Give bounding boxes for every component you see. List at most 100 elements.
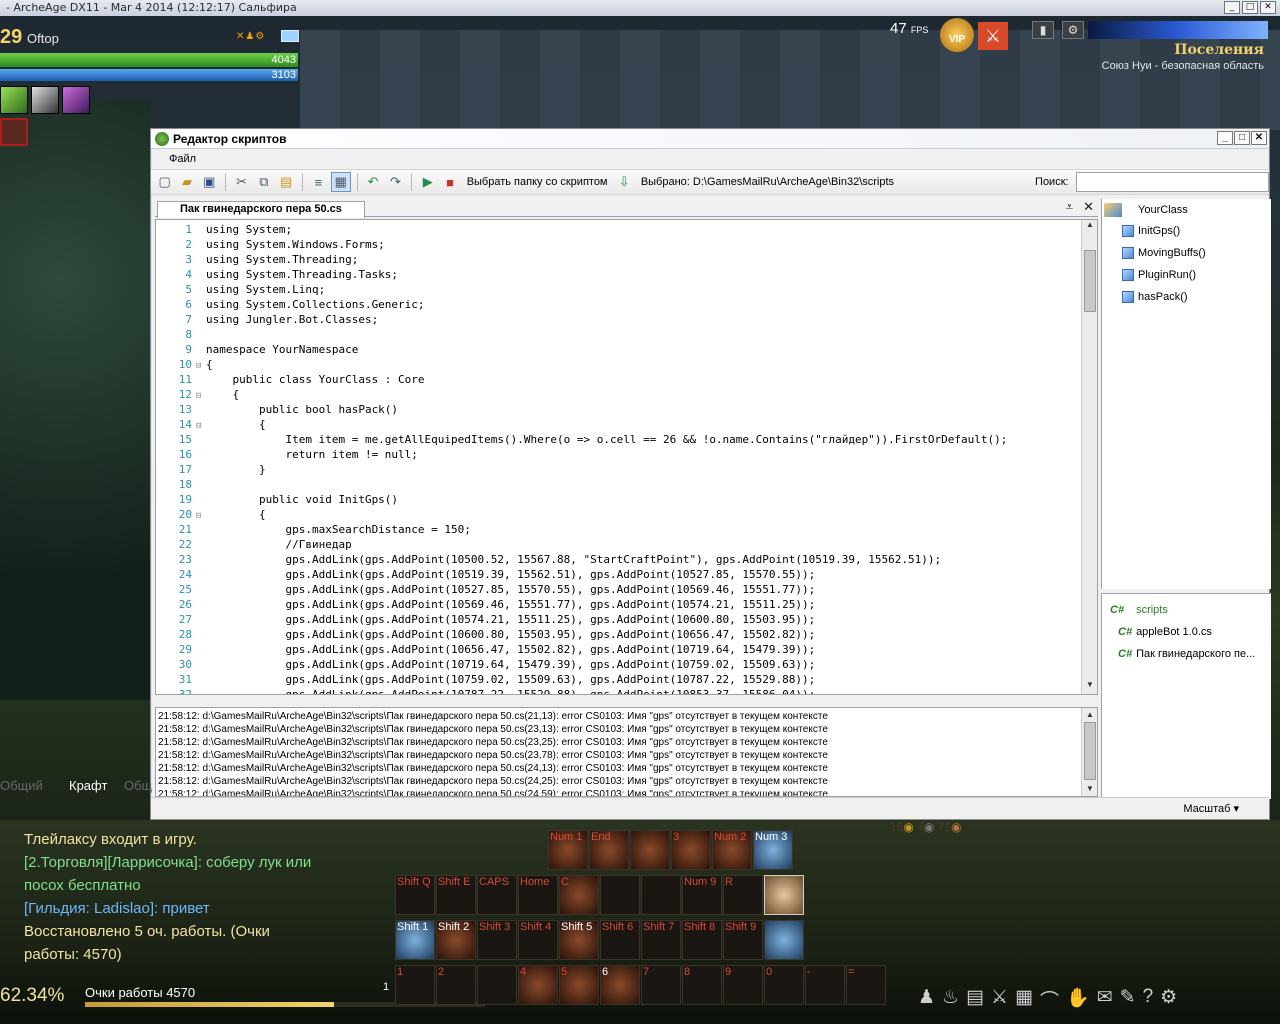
- zoom-dropdown[interactable]: Масштаб ▾: [1183, 802, 1239, 815]
- undo-icon[interactable]: ↶: [363, 172, 382, 192]
- bag-icon[interactable]: ♨: [942, 986, 959, 1013]
- tree-class-node[interactable]: YourClass: [1104, 203, 1188, 217]
- vip-icon[interactable]: VIP: [940, 18, 974, 52]
- hotbar-slot[interactable]: Num 1: [548, 830, 588, 870]
- combat-icon[interactable]: ⚔: [991, 986, 1008, 1013]
- quest-book-icon[interactable]: ▤: [966, 986, 984, 1013]
- help-icon[interactable]: ?: [1143, 986, 1154, 1013]
- paste-icon[interactable]: ▤: [277, 172, 296, 192]
- hotbar-slot[interactable]: Num 2: [712, 830, 752, 870]
- tree-file-node[interactable]: C# appleBot 1.0.cs: [1118, 626, 1212, 638]
- code-scrollbar[interactable]: ▲ ▼: [1081, 220, 1097, 694]
- hotbar-slot[interactable]: -: [805, 965, 845, 1005]
- save-icon[interactable]: ▣: [200, 172, 219, 192]
- scroll-thumb[interactable]: [1084, 722, 1096, 780]
- hotbar-slot[interactable]: 3: [671, 830, 711, 870]
- quill-icon[interactable]: ✎: [1120, 986, 1136, 1013]
- hotbar-slot[interactable]: Shift 1: [395, 920, 435, 960]
- tab-close-icon[interactable]: ✕: [1083, 199, 1094, 215]
- hotbar-slot[interactable]: Shift 3: [477, 920, 517, 960]
- scroll-down-icon[interactable]: ▼: [1082, 680, 1097, 694]
- hotbar-slot[interactable]: C: [559, 875, 599, 915]
- chat-tab-other[interactable]: Общ: [124, 778, 152, 793]
- run-icon[interactable]: ▶: [418, 172, 437, 192]
- mail-icon[interactable]: [281, 30, 299, 42]
- choose-folder-button[interactable]: Выбрать папку со скриптом: [463, 176, 612, 188]
- hotbar-slot[interactable]: End: [589, 830, 629, 870]
- editor-minimize-button[interactable]: _: [1217, 131, 1233, 145]
- tab-list-icon[interactable]: ⩡: [1066, 199, 1073, 215]
- view-toggle-icon[interactable]: ▦: [331, 172, 351, 192]
- buff-icon[interactable]: [62, 86, 90, 114]
- character-icon[interactable]: ♟: [918, 986, 935, 1013]
- menu-file[interactable]: Файл: [169, 153, 196, 165]
- scroll-up-icon[interactable]: ▲: [1082, 220, 1097, 234]
- hotbar-slot[interactable]: Shift 4: [518, 920, 558, 960]
- hotbar-slot[interactable]: 0: [764, 965, 804, 1005]
- close-button[interactable]: ✕: [1260, 1, 1276, 14]
- hotbar-slot[interactable]: 4: [518, 965, 558, 1005]
- redo-icon[interactable]: ↷: [386, 172, 405, 192]
- tree-method-node[interactable]: InitGps(): [1122, 225, 1180, 237]
- hotbar-slot[interactable]: 8: [682, 965, 722, 1005]
- hotbar-slot[interactable]: 9: [723, 965, 763, 1005]
- editor-maximize-button[interactable]: □: [1234, 131, 1250, 145]
- maximize-button[interactable]: □: [1242, 1, 1258, 14]
- new-file-icon[interactable]: ▢: [155, 172, 174, 192]
- stop-icon[interactable]: ■: [440, 172, 459, 192]
- buff-icon[interactable]: [31, 86, 59, 114]
- hotbar-slot[interactable]: 6: [600, 965, 640, 1005]
- hotbar-slot[interactable]: Shift 8: [682, 920, 722, 960]
- pvp-icon[interactable]: ⚔: [978, 22, 1008, 50]
- copy-icon[interactable]: ⧉: [254, 172, 273, 192]
- search-input[interactable]: [1075, 172, 1269, 192]
- hotbar-slot[interactable]: Shift 2: [436, 920, 476, 960]
- hotbar-slot[interactable]: Num 3: [753, 830, 793, 870]
- toggle-button[interactable]: ▮: [1032, 21, 1054, 39]
- cut-icon[interactable]: ✂: [232, 172, 251, 192]
- log-scrollbar[interactable]: ▲ ▼: [1081, 708, 1097, 796]
- craft-icon[interactable]: ✋: [1066, 986, 1090, 1013]
- hotbar-slot[interactable]: 5: [559, 965, 599, 1005]
- hotbar-slot[interactable]: R: [723, 875, 763, 915]
- scroll-down-icon[interactable]: ▼: [1082, 782, 1097, 796]
- hotbar-slot[interactable]: Num 9: [682, 875, 722, 915]
- tab-script-file[interactable]: Пак гвинедарского пера 50.cs: [157, 201, 365, 218]
- download-icon[interactable]: ⇩: [615, 172, 634, 192]
- align-icon[interactable]: ≡: [309, 172, 328, 192]
- status-icons[interactable]: ✕♟⚙: [236, 31, 265, 42]
- hotbar-slot[interactable]: Shift 5: [559, 920, 599, 960]
- hotbar-slot[interactable]: Shift 9: [723, 920, 763, 960]
- hotbar-slot[interactable]: Shift Q: [395, 875, 435, 915]
- hotbar-slot[interactable]: [641, 875, 681, 915]
- chat-tab-craft[interactable]: Крафт: [69, 778, 107, 793]
- hotbar-slot[interactable]: [764, 875, 804, 915]
- hotbar-slot[interactable]: Home: [518, 875, 558, 915]
- hotbar-slot[interactable]: [630, 830, 670, 870]
- tree-method-node[interactable]: MovingBuffs(): [1122, 247, 1206, 259]
- settings-gear-icon[interactable]: ⚙: [1160, 986, 1177, 1013]
- scroll-thumb[interactable]: [1084, 250, 1096, 312]
- hotbar-slot[interactable]: =: [846, 965, 886, 1005]
- chat-tab-general[interactable]: Общий: [0, 778, 43, 793]
- hotbar-slot[interactable]: Shift 7: [641, 920, 681, 960]
- hotbar-slot[interactable]: 7: [641, 965, 681, 1005]
- skills-icon[interactable]: ⌒: [1040, 986, 1059, 1013]
- hotbar-slot[interactable]: 1: [395, 965, 435, 1005]
- hotbar-slot[interactable]: Shift E: [436, 875, 476, 915]
- tree-method-node[interactable]: PluginRun(): [1122, 269, 1196, 281]
- editor-close-button[interactable]: ✕: [1251, 131, 1267, 145]
- gear-icon[interactable]: ⚙: [1062, 21, 1084, 39]
- scroll-up-icon[interactable]: ▲: [1082, 708, 1097, 722]
- hotbar-slot[interactable]: [764, 920, 804, 960]
- error-log[interactable]: 21:58:12: d:\GamesMailRu\ArcheAge\Bin32\…: [155, 707, 1098, 797]
- minimize-button[interactable]: _: [1224, 1, 1240, 14]
- tree-folder-node[interactable]: C# scripts: [1110, 604, 1168, 616]
- hotbar-slot[interactable]: 2: [436, 965, 476, 1005]
- open-folder-icon[interactable]: ▰: [177, 172, 196, 192]
- mail-menu-icon[interactable]: ✉: [1097, 986, 1113, 1013]
- code-editor[interactable]: 1 using System; 2 using System.Windows.Form…: [155, 219, 1098, 695]
- tree-method-node[interactable]: hasPack(): [1122, 291, 1188, 303]
- tree-file-node[interactable]: C# Пак гвинедарского пе...: [1118, 648, 1255, 660]
- buff-icon[interactable]: [0, 86, 28, 114]
